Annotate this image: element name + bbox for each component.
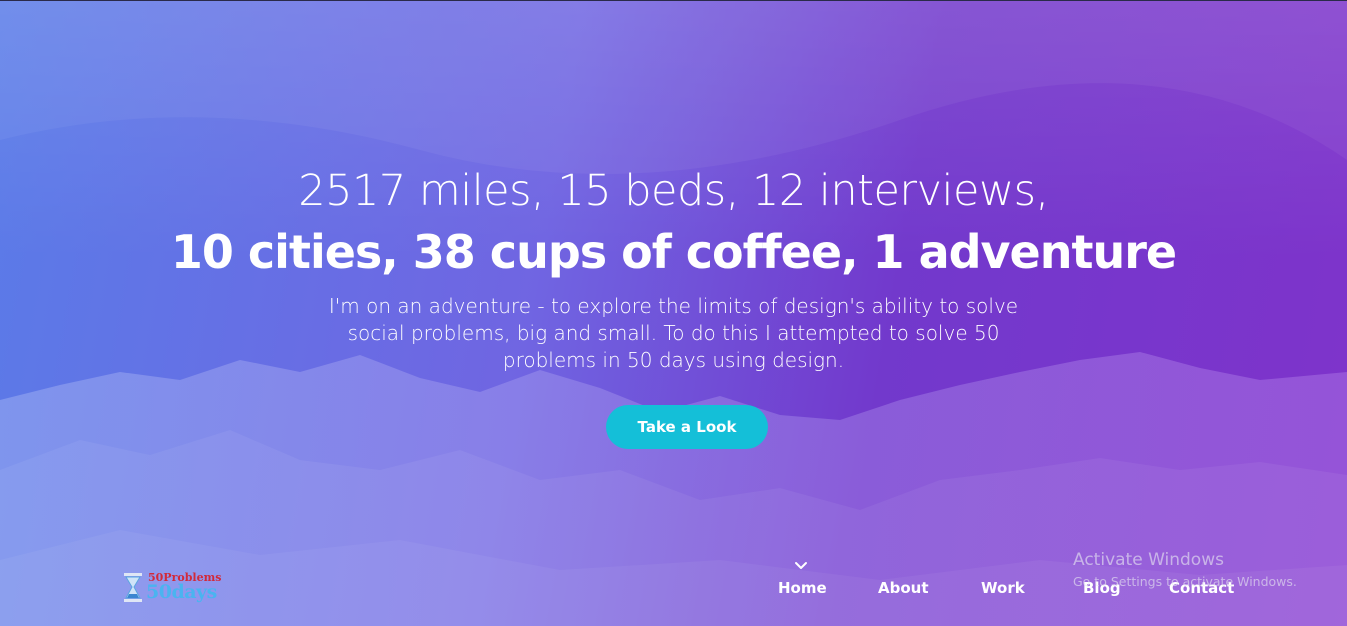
activate-windows-watermark: Activate Windows Go to Settings to activ… xyxy=(1073,550,1297,589)
watermark-title: Activate Windows xyxy=(1073,550,1224,570)
hero-section: 2517 miles, 15 beds, 12 interviews, 10 c… xyxy=(0,0,1347,626)
chevron-down-icon xyxy=(795,562,807,569)
headline-line-1: 2517 miles, 15 beds, 12 interviews, xyxy=(298,166,1049,216)
top-border xyxy=(0,0,1347,1)
nav-item-home[interactable]: Home xyxy=(778,579,827,599)
nav-item-about[interactable]: About xyxy=(878,579,929,599)
hero-lead-text: I'm on an adventure - to explore the lim… xyxy=(328,294,1019,372)
hourglass-logo-icon xyxy=(124,573,142,602)
site-logo[interactable]: 50Problems 50days xyxy=(122,570,232,606)
watermark-subtitle: Go to Settings to activate Windows. xyxy=(1073,574,1297,589)
logo-bottom-text: 50days xyxy=(146,581,217,603)
nav-item-work[interactable]: Work xyxy=(981,579,1025,599)
headline-line-2: 10 cities, 38 cups of coffee, 1 adventur… xyxy=(170,225,1177,279)
take-a-look-button[interactable]: Take a Look xyxy=(606,405,768,449)
